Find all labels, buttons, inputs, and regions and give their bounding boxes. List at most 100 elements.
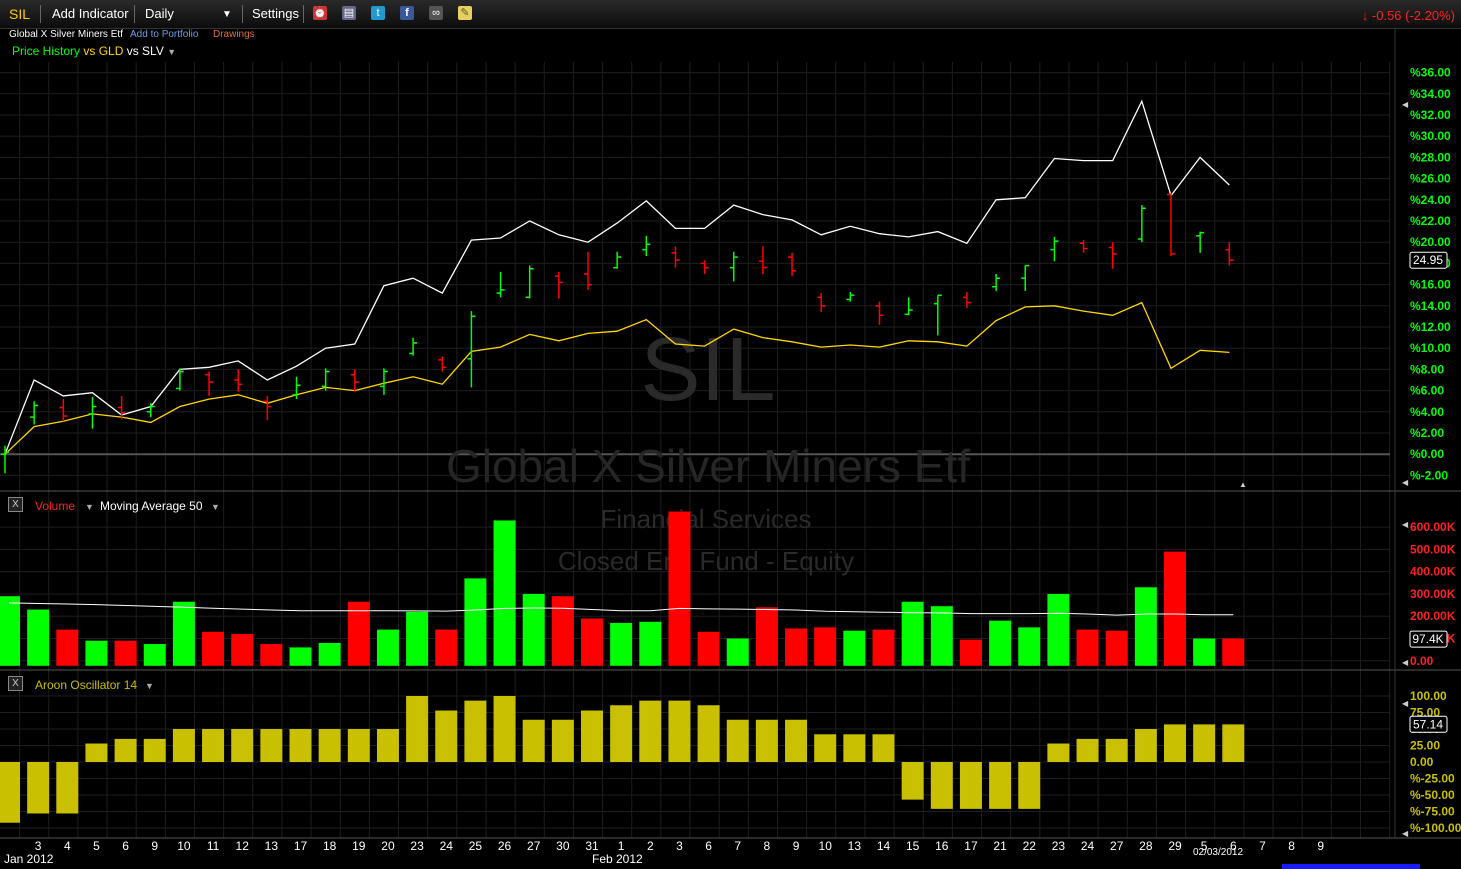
volume-bar — [726, 638, 749, 666]
price-axis-tick-label: %22.00 — [1410, 214, 1451, 228]
volume-bar — [814, 627, 837, 666]
price-axis-tick-label: %12.00 — [1410, 320, 1451, 334]
volume-bar — [1076, 629, 1099, 666]
volume-bar — [56, 629, 79, 666]
volume-bar — [872, 629, 895, 666]
aroon-chart: %-100.00%-75.00%-50.00%-25.000.0025.0050… — [0, 689, 1461, 835]
volume-axis-tick-label: 200.00K — [1410, 609, 1456, 623]
price-axis-tick-label: %26.00 — [1410, 172, 1451, 186]
x-axis: 3 4 5 6 9 10 11 12 13 17 18 19 20 23 24 25 26 27 30 31 1 2 3 6 7… — [4, 839, 1324, 866]
aroon-bar — [814, 734, 837, 762]
volume-bar — [930, 606, 953, 666]
price-axis-tick-label: %24.00 — [1410, 193, 1451, 207]
aroon-bar — [1076, 738, 1099, 762]
volume-bar — [143, 644, 166, 666]
aroon-bar — [1018, 762, 1041, 809]
scroll-left-icon[interactable]: ◀ — [1402, 100, 1409, 109]
x-axis-tick-label: 28 — [1139, 839, 1153, 853]
volume-bar — [901, 601, 924, 666]
x-axis-tick-label: 29 — [1168, 839, 1182, 853]
volume-bar — [85, 640, 108, 666]
close-aroon-panel-button[interactable]: X — [8, 676, 23, 691]
aroon-bar — [959, 762, 982, 809]
x-axis-tick-label: 2 — [647, 839, 654, 853]
volume-bar — [172, 601, 195, 666]
aroon-dropdown-icon[interactable]: ▼ — [145, 681, 154, 691]
volume-bar — [406, 611, 429, 666]
x-axis-tick-label: 21 — [993, 839, 1007, 853]
scroll-left-icon[interactable]: ◀ — [1402, 478, 1409, 487]
x-axis-tick-label: 23 — [410, 839, 424, 853]
price-axis-tick-label: %30.00 — [1410, 129, 1451, 143]
x-axis-tick-label: 15 — [906, 839, 920, 853]
aroon-bar — [85, 743, 108, 762]
close-volume-panel-button[interactable]: X — [8, 497, 23, 512]
aroon-axis-tick-label: 25.00 — [1410, 739, 1440, 753]
aroon-bar — [143, 738, 166, 762]
aroon-bar — [872, 734, 895, 762]
last-volume-label: 97.4K — [1412, 632, 1443, 646]
aroon-bar — [318, 729, 341, 762]
aroon-bar — [668, 700, 691, 762]
aroon-bar — [289, 729, 312, 762]
watermark-sector: Financial Services — [601, 504, 812, 534]
volume-bar — [959, 639, 982, 666]
aroon-label[interactable]: Aroon Oscillator 14 — [35, 678, 137, 692]
aroon-bar — [639, 700, 662, 762]
x-axis-tick-label: 12 — [236, 839, 250, 853]
scroll-up-icon[interactable]: ▲ — [1239, 480, 1247, 489]
aroon-bar — [901, 762, 924, 800]
volume-bar — [493, 520, 516, 666]
volume-bar — [27, 609, 50, 666]
x-axis-tick-label: 25 — [469, 839, 483, 853]
volume-label[interactable]: Volume — [35, 499, 75, 513]
volume-axis-tick-label: 400.00K — [1410, 565, 1456, 579]
volume-bar — [435, 629, 458, 666]
x-axis-tick-label: 5 — [93, 839, 100, 853]
aroon-bar — [1134, 729, 1157, 762]
aroon-bar — [376, 729, 399, 762]
x-axis-tick-label: 3 — [35, 839, 42, 853]
volume-bar — [551, 596, 574, 666]
last-price-label: 24.95 — [1413, 253, 1443, 267]
scroll-left-icon[interactable]: ◀ — [1402, 658, 1409, 667]
x-axis-tick-label: 17 — [964, 839, 978, 853]
price-axis-tick-label: %20.00 — [1410, 235, 1451, 249]
aroon-bar — [1164, 724, 1186, 762]
x-axis-tick-label: 8 — [764, 839, 771, 853]
scroll-left-icon[interactable]: ◀ — [1402, 829, 1409, 838]
x-axis-tick-label: 7 — [734, 839, 741, 853]
x-axis-tick-label: 10 — [819, 839, 833, 853]
volume-bar — [376, 629, 399, 666]
x-axis-tick-label: 7 — [1259, 839, 1266, 853]
x-axis-tick-label: 16 — [935, 839, 949, 853]
volume-bar — [114, 640, 137, 666]
scroll-left-icon[interactable]: ◀ — [1402, 699, 1409, 708]
aroon-bar — [697, 705, 720, 762]
x-axis-tick-label: 22 — [1023, 839, 1037, 853]
volume-bar — [755, 607, 778, 666]
aroon-bar — [551, 719, 574, 762]
x-axis-month-label: Feb 2012 — [592, 852, 643, 866]
moving-average-label[interactable]: Moving Average 50 — [100, 499, 203, 513]
x-axis-tick-label: 31 — [585, 839, 599, 853]
chart-area: SIL Global X Silver Miners Etf Financial… — [0, 28, 1461, 866]
moving-average-dropdown-icon[interactable]: ▼ — [211, 502, 220, 512]
volume-bar — [464, 578, 487, 666]
scrollbar-thumb[interactable] — [1282, 864, 1420, 869]
volume-bar — [989, 620, 1012, 666]
x-axis-tick-label: 27 — [527, 839, 541, 853]
volume-bar — [610, 622, 633, 666]
volume-dropdown-icon[interactable]: ▼ — [85, 502, 94, 512]
aroon-bar — [1193, 724, 1216, 762]
volume-bar — [347, 601, 370, 666]
aroon-bar — [1047, 743, 1070, 762]
aroon-axis-tick-label: 0.00 — [1410, 755, 1434, 769]
price-axis-tick-label: %14.00 — [1410, 299, 1451, 313]
price-axis-tick-label: %28.00 — [1410, 150, 1451, 164]
aroon-axis-tick-label: %-25.00 — [1410, 772, 1455, 786]
aroon-bar — [726, 719, 749, 762]
x-axis-tick-label: 24 — [440, 839, 454, 853]
scroll-left-icon[interactable]: ◀ — [1402, 520, 1409, 529]
x-axis-tick-label: 24 — [1081, 839, 1095, 853]
